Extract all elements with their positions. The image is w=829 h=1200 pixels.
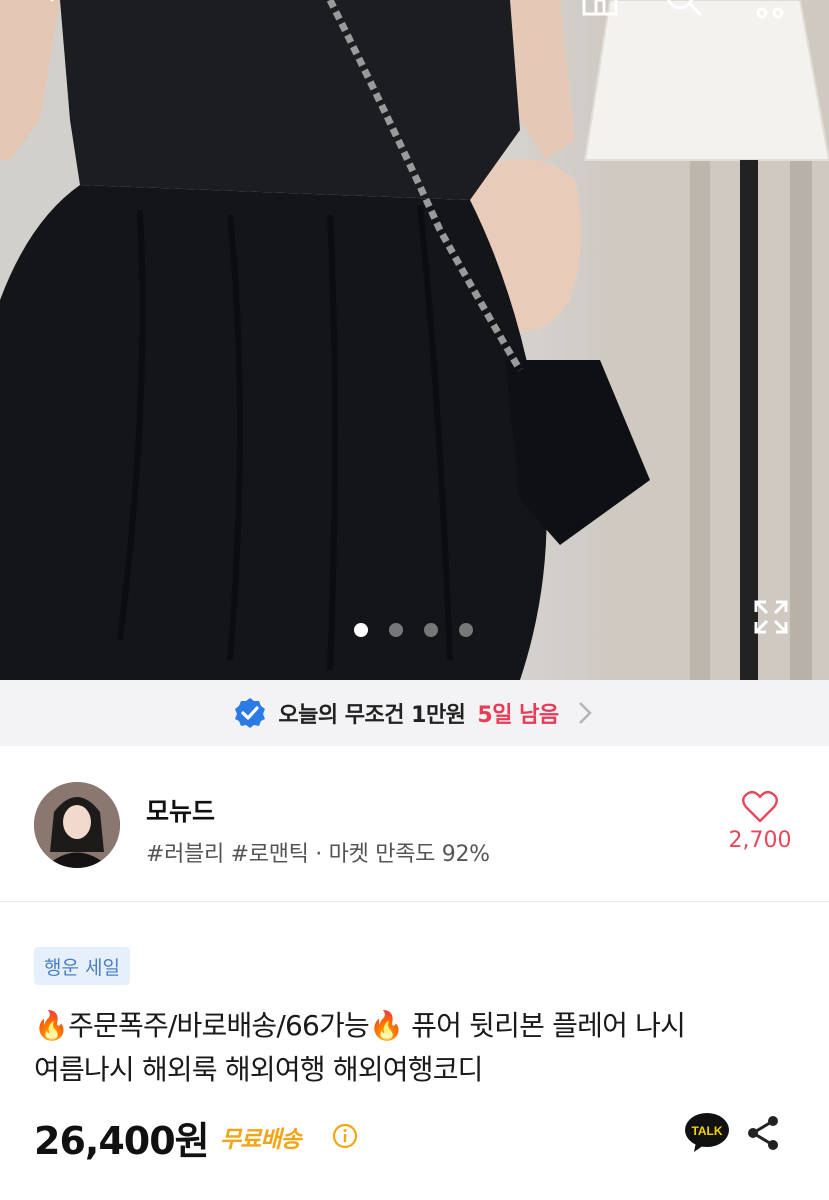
sale-badge: 행운 세일: [34, 947, 130, 985]
product-price: 26,400원: [34, 1119, 210, 1163]
chevron-right-icon: [578, 702, 592, 724]
banner-countdown: 5일 남음: [477, 703, 559, 728]
search-icon[interactable]: [662, 0, 706, 20]
title-part: 퓨어 뒷리본 플레어 나시: [403, 1009, 686, 1042]
pagination-dot[interactable]: [389, 623, 403, 637]
cart-icon[interactable]: [748, 0, 792, 20]
product-title: 🔥주문폭주/바로배송/66가능🔥 퓨어 뒷리본 플레어 나시 여름나시 해외룩 …: [34, 1004, 804, 1092]
expand-icon[interactable]: [752, 598, 790, 636]
fire-icon: 🔥: [368, 1009, 404, 1042]
kakaotalk-icon[interactable]: TALK: [684, 1112, 730, 1154]
product-photo: [0, 0, 829, 680]
verified-check-icon: [235, 698, 266, 728]
pagination-dot[interactable]: [424, 623, 438, 637]
shop-info-row[interactable]: 모뉴드 #러블리 #로맨틱 · 마켓 만족도 92% 2,700: [0, 746, 829, 902]
avatar-image: [34, 782, 120, 868]
gallery-pagination: [354, 623, 473, 637]
info-icon[interactable]: [332, 1123, 358, 1149]
product-image-gallery[interactable]: [0, 0, 829, 680]
share-icon[interactable]: [746, 1115, 780, 1151]
shop-tags: #러블리 #로맨틱 · 마켓 만족도 92%: [146, 842, 490, 867]
banner-text: 오늘의 무조건 1만원: [278, 703, 466, 728]
pagination-dot[interactable]: [459, 623, 473, 637]
heart-icon: [742, 790, 778, 823]
fire-icon: 🔥: [34, 1009, 69, 1042]
shop-avatar[interactable]: [34, 782, 120, 868]
title-part: 여름나시 해외룩 해외여행 해외여행코디: [34, 1053, 483, 1086]
like-button[interactable]: 2,700: [725, 790, 795, 853]
shop-name[interactable]: 모뉴드: [146, 792, 215, 828]
pagination-dot[interactable]: [354, 623, 368, 637]
talk-label: TALK: [691, 1124, 722, 1138]
home-icon[interactable]: [578, 0, 622, 20]
like-count: 2,700: [728, 828, 792, 853]
free-shipping-label: 무료배송: [220, 1127, 302, 1153]
promo-banner[interactable]: 오늘의 무조건 1만원 5일 남음: [0, 680, 829, 746]
title-part: 주문폭주/바로배송/66가능: [68, 1009, 370, 1042]
back-icon[interactable]: [40, 0, 84, 20]
